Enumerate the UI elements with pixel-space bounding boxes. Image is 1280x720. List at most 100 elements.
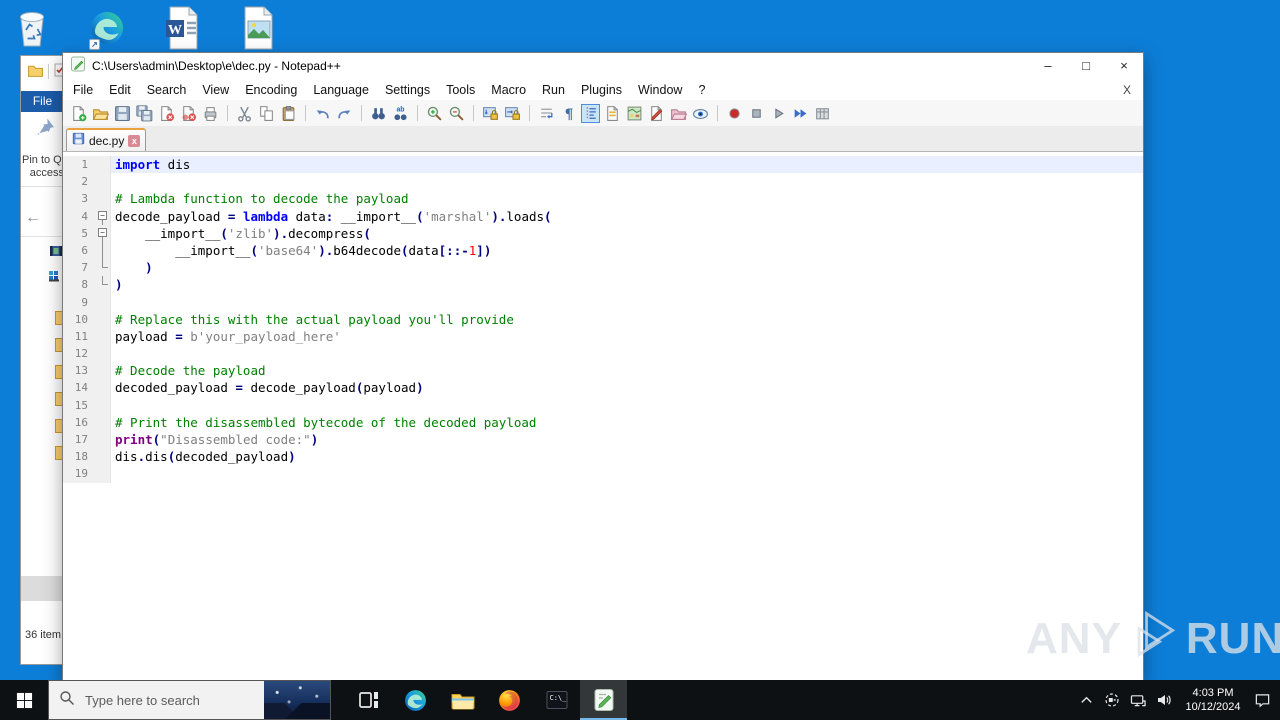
document-map-icon[interactable] [625,104,644,123]
action-center-icon[interactable] [1250,680,1274,720]
explorer-file-tab[interactable]: File [21,91,63,112]
macro-record-icon[interactable] [725,104,744,123]
taskbar-app-firefox[interactable] [486,680,533,720]
taskbar-app-task-view[interactable] [345,680,392,720]
close-button[interactable]: × [1105,53,1143,79]
copy-icon[interactable] [257,104,276,123]
taskbar-app-edge[interactable] [392,680,439,720]
editor-line[interactable]: 3 # Lambda function to decode the payload [63,190,1143,208]
editor-line[interactable]: 7 ) [63,259,1143,277]
desktop-icon-image-file[interactable] [235,4,279,52]
doc-close-x[interactable]: X [1123,83,1131,97]
tab-close-icon[interactable]: x [128,134,141,147]
editor-line[interactable]: 15 [63,396,1143,414]
taskbar-app-notepad-plus-plus[interactable] [580,680,627,720]
sync-scroll-h-icon[interactable] [503,104,522,123]
menu-macro[interactable]: Macro [483,83,534,97]
video-file-icon[interactable] [49,244,63,263]
spotlight-image[interactable] [264,681,330,719]
new-file-icon[interactable] [69,104,88,123]
editor-line[interactable]: 14 decoded_payload = decode_payload(paylo… [63,379,1143,397]
folder-as-workspace-icon[interactable] [669,104,688,123]
taskbar-clock[interactable]: 4:03 PM 10/12/2024 [1178,686,1248,714]
indent-guide-icon[interactable] [581,103,600,123]
meet-now-icon[interactable] [1100,680,1124,720]
redo-icon[interactable] [335,104,354,123]
editor-line[interactable]: 16 # Print the disassembled bytecode of t… [63,413,1143,431]
function-list-icon[interactable] [603,104,622,123]
close-doc-icon[interactable] [157,104,176,123]
selected-file-row[interactable] [21,576,63,601]
macro-stop-icon[interactable] [747,104,766,123]
fold-margin[interactable]: − [95,207,111,225]
menu-encoding[interactable]: Encoding [237,83,305,97]
menu-edit[interactable]: Edit [101,83,139,97]
menu-search[interactable]: Search [139,83,195,97]
print-icon[interactable] [201,104,220,123]
taskbar-app-file-explorer[interactable] [439,680,486,720]
volume-icon[interactable] [1152,680,1176,720]
macro-run-multiple-icon[interactable] [791,104,810,123]
editor-line[interactable]: 8) [63,276,1143,294]
titlebar[interactable]: C:\Users\admin\Desktop\e\dec.py - Notepa… [63,53,1143,79]
menu-tools[interactable]: Tools [438,83,483,97]
menu-language[interactable]: Language [305,83,377,97]
editor-line[interactable]: 6 __import__('base64').b64decode(data[::… [63,241,1143,260]
save-icon[interactable] [113,104,132,123]
menu-view[interactable]: View [194,83,237,97]
menu-file[interactable]: File [65,83,101,97]
fold-margin[interactable]: − [95,224,111,242]
maximize-button[interactable]: □ [1067,53,1105,79]
desktop-icon-edge-shortcut[interactable]: ↗ [85,4,129,52]
quick-access-folder-icon[interactable] [27,62,44,84]
start-button[interactable] [0,680,48,720]
save-all-icon[interactable] [135,104,154,123]
code-editor[interactable]: 1 import dis 2 3 # Lambda function to decode… [63,152,1143,682]
menu-[interactable]: ? [690,83,713,97]
macro-play-icon[interactable] [769,104,788,123]
menu-plugins[interactable]: Plugins [573,83,630,97]
menu-run[interactable]: Run [534,83,573,97]
chevron-up-icon[interactable] [1074,680,1098,720]
taskbar-app-cmd[interactable]: C:\_ [533,680,580,720]
editor-line[interactable]: 19 [63,465,1143,483]
cut-icon[interactable] [235,104,254,123]
app-file-icon[interactable] [48,269,60,287]
sync-scroll-v-icon[interactable] [481,104,500,123]
zoom-out-icon[interactable] [447,104,466,123]
tab-dec-py[interactable]: dec.py x [66,128,147,151]
macro-save-icon[interactable] [813,104,832,123]
minimize-button[interactable]: – [1029,53,1067,79]
editor-line[interactable]: 10 # Replace this with the actual payload… [63,310,1143,328]
show-all-chars-icon[interactable]: ¶ [559,104,578,123]
document-monitor-icon[interactable] [691,104,710,123]
pin-icon[interactable] [34,116,56,143]
taskbar-search[interactable]: Type here to search [48,680,331,720]
replace-icon[interactable]: ab [391,104,410,123]
paste-icon[interactable] [279,104,298,123]
undo-icon[interactable] [313,104,332,123]
editor-line[interactable]: 5− __import__('zlib').decompress( [63,224,1143,242]
menu-settings[interactable]: Settings [377,83,438,97]
zoom-in-icon[interactable] [425,104,444,123]
menu-window[interactable]: Window [630,83,690,97]
find-icon[interactable] [369,104,388,123]
desktop-icon-recycle-bin[interactable] [10,4,54,52]
editor-line[interactable]: 1 import dis [63,156,1143,174]
editor-line[interactable]: 12 [63,345,1143,363]
file-explorer-window[interactable]: File Pin to Quaccess ← 36 item [20,55,63,665]
editor-line[interactable]: 2 [63,173,1143,191]
document-list-icon[interactable] [647,104,666,123]
word-wrap-icon[interactable] [537,104,556,123]
network-icon[interactable] [1126,680,1150,720]
editor-line[interactable]: 17 print("Disassembled code:") [63,431,1143,449]
editor-line[interactable]: 18 dis.dis(decoded_payload) [63,448,1143,466]
desktop-icon-word-document[interactable]: W [160,4,204,52]
editor-line[interactable]: 9 [63,293,1143,311]
editor-line[interactable]: 13 # Decode the payload [63,362,1143,380]
close-all-docs-icon[interactable] [179,104,198,123]
editor-line[interactable]: 11 payload = b'your_payload_here' [63,327,1143,346]
open-folder-icon[interactable] [91,104,110,123]
editor-line[interactable]: 4− decode_payload = lambda data: __import… [63,207,1143,225]
back-button[interactable]: ← [25,209,41,227]
